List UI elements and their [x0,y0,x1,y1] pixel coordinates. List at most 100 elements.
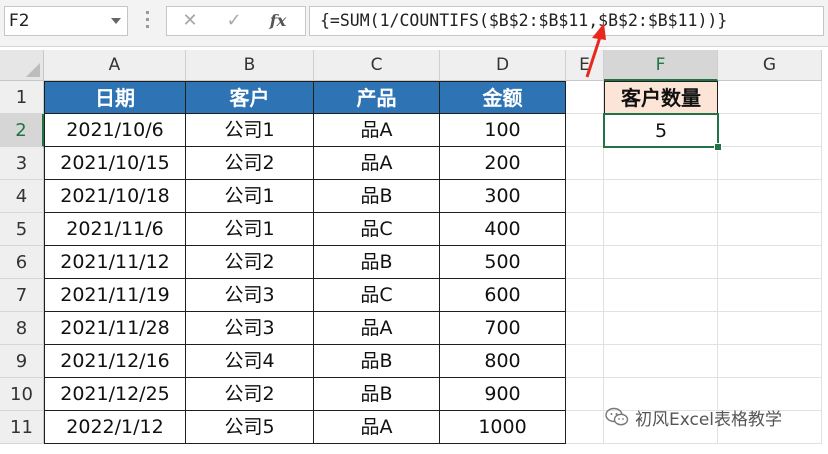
table-cell[interactable]: 公司2 [186,147,314,180]
row-header-11[interactable]: 11 [0,411,44,444]
summary-value-cell[interactable]: 5 [604,114,718,147]
cell-e5[interactable] [566,213,604,246]
column-header-e[interactable]: E [566,50,604,81]
table-cell[interactable]: 公司3 [186,279,314,312]
cell-e9[interactable] [566,345,604,378]
table-cell[interactable]: 2021/11/28 [44,312,186,345]
cell-g5[interactable] [718,213,822,246]
cell-f6[interactable] [604,246,718,279]
table-cell[interactable]: 300 [440,180,566,213]
cell-e4[interactable] [566,180,604,213]
row-header-4[interactable]: 4 [0,180,44,213]
cell-e7[interactable] [566,279,604,312]
table-cell[interactable]: 900 [440,378,566,411]
table-cell[interactable]: 公司2 [186,246,314,279]
cell-g1[interactable] [718,81,822,114]
row-header-5[interactable]: 5 [0,213,44,246]
table-cell[interactable]: 公司1 [186,114,314,147]
cell-g4[interactable] [718,180,822,213]
table-cell[interactable]: 品A [314,114,440,147]
table-cell[interactable]: 400 [440,213,566,246]
cell-g8[interactable] [718,312,822,345]
table-cell[interactable]: 2021/10/15 [44,147,186,180]
cell-f3[interactable] [604,147,718,180]
table-cell[interactable]: 品A [314,312,440,345]
cell-g7[interactable] [718,279,822,312]
cell-f7[interactable] [604,279,718,312]
table-cell[interactable]: 品C [314,213,440,246]
table-cell[interactable]: 200 [440,147,566,180]
table-header-cell[interactable]: 金额 [440,81,566,114]
name-box[interactable]: F2 [4,6,128,36]
table-cell[interactable]: 品B [314,180,440,213]
table-cell[interactable]: 2022/1/12 [44,411,186,444]
table-cell[interactable]: 1000 [440,411,566,444]
table-cell[interactable]: 品B [314,246,440,279]
table-cell[interactable]: 700 [440,312,566,345]
table-cell[interactable]: 2021/11/6 [44,213,186,246]
table-header-cell[interactable]: 日期 [44,81,186,114]
table-cell[interactable]: 品A [314,147,440,180]
fill-handle[interactable] [714,143,722,151]
cell-f8[interactable] [604,312,718,345]
column-header-g[interactable]: G [718,50,822,81]
drag-handle-icon[interactable] [146,11,149,32]
table-cell[interactable]: 公司5 [186,411,314,444]
row-header-1[interactable]: 1 [0,81,44,114]
row-header-3[interactable]: 3 [0,147,44,180]
column-header-d[interactable]: D [440,50,566,81]
cell-e10[interactable] [566,378,604,411]
column-header-c[interactable]: C [314,50,440,81]
row-header-6[interactable]: 6 [0,246,44,279]
table-cell[interactable]: 品C [314,279,440,312]
table-cell[interactable]: 500 [440,246,566,279]
select-all-button[interactable] [0,50,44,81]
table-cell[interactable]: 2021/12/25 [44,378,186,411]
chevron-down-icon[interactable] [111,18,121,24]
row-header-10[interactable]: 10 [0,378,44,411]
row-header-8[interactable]: 8 [0,312,44,345]
table-cell[interactable]: 2021/11/12 [44,246,186,279]
cell-f5[interactable] [604,213,718,246]
cell-f9[interactable] [604,345,718,378]
table-cell[interactable]: 800 [440,345,566,378]
table-cell[interactable]: 公司3 [186,312,314,345]
cell-e3[interactable] [566,147,604,180]
cell-g2[interactable] [718,114,822,147]
row-header-9[interactable]: 9 [0,345,44,378]
table-cell[interactable]: 2021/10/6 [44,114,186,147]
table-cell[interactable]: 100 [440,114,566,147]
table-header-cell[interactable]: 客户 [186,81,314,114]
cell-e1[interactable] [566,81,604,114]
column-header-f[interactable]: F [604,50,718,81]
cell-f4[interactable] [604,180,718,213]
table-cell[interactable]: 公司2 [186,378,314,411]
column-header-a[interactable]: A [44,50,186,81]
enter-icon[interactable]: ✓ [219,7,249,35]
cell-e8[interactable] [566,312,604,345]
table-cell[interactable]: 公司1 [186,213,314,246]
cell-e6[interactable] [566,246,604,279]
table-cell[interactable]: 品B [314,345,440,378]
summary-header-cell[interactable]: 客户数量 [604,81,718,114]
cell-e11[interactable] [566,411,604,444]
table-cell[interactable]: 2021/12/16 [44,345,186,378]
row-header-2[interactable]: 2 [0,114,44,147]
table-header-cell[interactable]: 产品 [314,81,440,114]
table-cell[interactable]: 品A [314,411,440,444]
table-cell[interactable]: 公司1 [186,180,314,213]
insert-function-icon[interactable]: fx [263,7,293,35]
cell-g9[interactable] [718,345,822,378]
cell-g6[interactable] [718,246,822,279]
formula-input[interactable]: {=SUM(1/COUNTIFS($B$2:$B$11,$B$2:$B$11))… [309,6,824,36]
table-cell[interactable]: 公司4 [186,345,314,378]
table-cell[interactable]: 2021/10/18 [44,180,186,213]
table-cell[interactable]: 品B [314,378,440,411]
table-cell[interactable]: 2021/11/19 [44,279,186,312]
table-cell[interactable]: 600 [440,279,566,312]
row-header-7[interactable]: 7 [0,279,44,312]
cell-g3[interactable] [718,147,822,180]
cancel-icon[interactable]: ✕ [175,7,205,35]
column-header-b[interactable]: B [186,50,314,81]
cell-e2[interactable] [566,114,604,147]
